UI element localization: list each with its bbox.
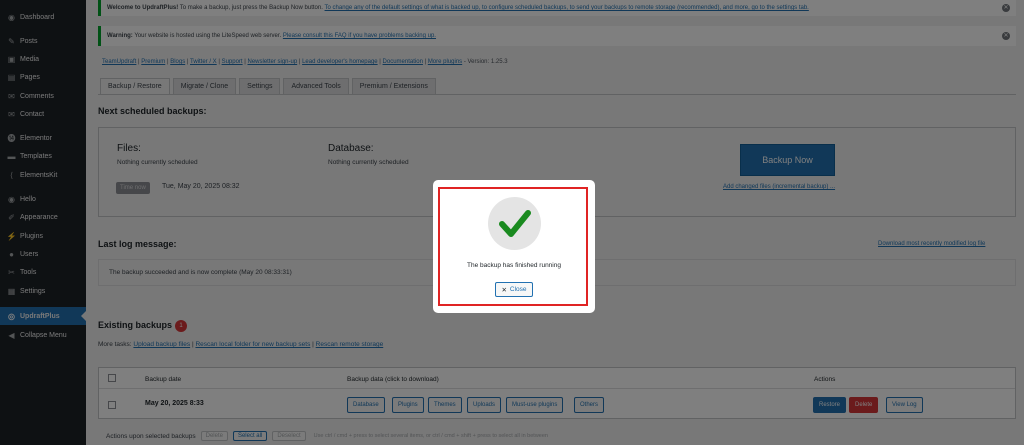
close-button[interactable]: ✕ Close [495, 282, 533, 297]
modal-message: The backup has finished running [467, 262, 561, 269]
success-badge [488, 197, 541, 250]
checkmark-icon [499, 210, 531, 237]
close-label: Close [509, 286, 527, 293]
backup-finished-dialog: The backup has finished running ✕ Close [433, 180, 595, 313]
close-icon: ✕ [501, 286, 507, 294]
